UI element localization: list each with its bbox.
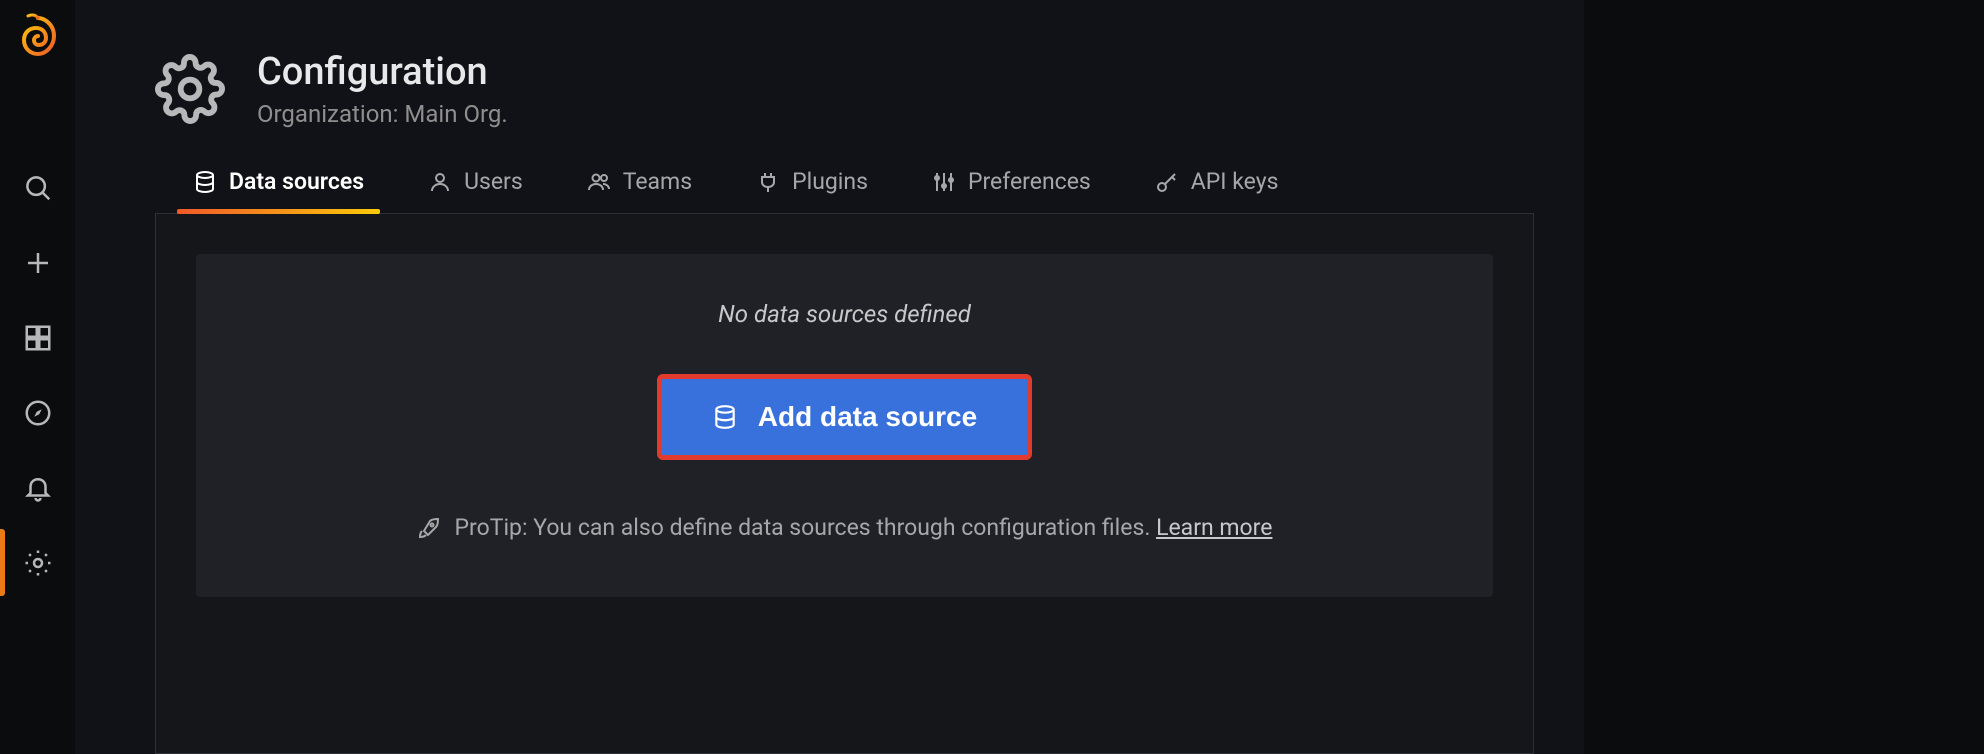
page-subtitle: Organization: Main Org. [257,100,508,128]
tabs: Data sources Users Teams [155,168,1534,214]
grafana-logo[interactable] [14,12,62,60]
bell-icon [23,473,53,503]
user-icon [428,170,452,194]
sidebar-item-configuration[interactable] [0,525,75,600]
right-empty-area [1584,0,1984,754]
tab-label: Data sources [229,168,364,195]
tab-plugins[interactable]: Plugins [752,168,872,213]
page-header: Configuration Organization: Main Org. [155,50,1534,128]
sidebar-item-explore[interactable] [0,375,75,450]
sliders-icon [932,170,956,194]
content-panel: No data sources defined Add data source [196,254,1493,597]
tab-api-keys[interactable]: API keys [1151,168,1283,213]
dashboards-icon [23,323,53,353]
tab-preferences[interactable]: Preferences [928,168,1095,213]
add-data-source-button[interactable]: Add data source [657,374,1032,460]
tab-users[interactable]: Users [424,168,527,213]
content-panel-wrap: No data sources defined Add data source [155,214,1534,754]
protip-text: ProTip: You can also define data sources… [455,514,1157,541]
plus-icon [23,248,53,278]
tab-label: Users [464,168,523,195]
empty-state-message: No data sources defined [718,300,971,328]
sidebar-item-dashboards[interactable] [0,300,75,375]
sidebar-item-alerting[interactable] [0,450,75,525]
tab-label: API keys [1191,168,1279,195]
protip-learn-more-link[interactable]: Learn more [1156,514,1272,541]
tab-data-sources[interactable]: Data sources [189,168,368,213]
tab-label: Preferences [968,168,1091,195]
plug-icon [756,170,780,194]
page-title: Configuration [257,50,508,94]
tab-label: Teams [623,168,692,195]
main-content: Configuration Organization: Main Org. Da… [75,0,1584,754]
tab-label: Plugins [792,168,868,195]
gear-icon [23,548,53,578]
search-icon [23,173,53,203]
tab-teams[interactable]: Teams [583,168,696,213]
database-icon [193,170,217,194]
button-label: Add data source [758,401,977,433]
compass-icon [23,398,53,428]
gear-icon [155,54,225,124]
protip: ProTip: You can also define data sources… [417,514,1273,541]
sidebar-item-search[interactable] [0,150,75,225]
key-icon [1155,170,1179,194]
sidebar-item-create[interactable] [0,225,75,300]
database-icon [712,404,738,430]
users-icon [587,170,611,194]
sidebar [0,0,75,754]
rocket-icon [417,516,441,540]
